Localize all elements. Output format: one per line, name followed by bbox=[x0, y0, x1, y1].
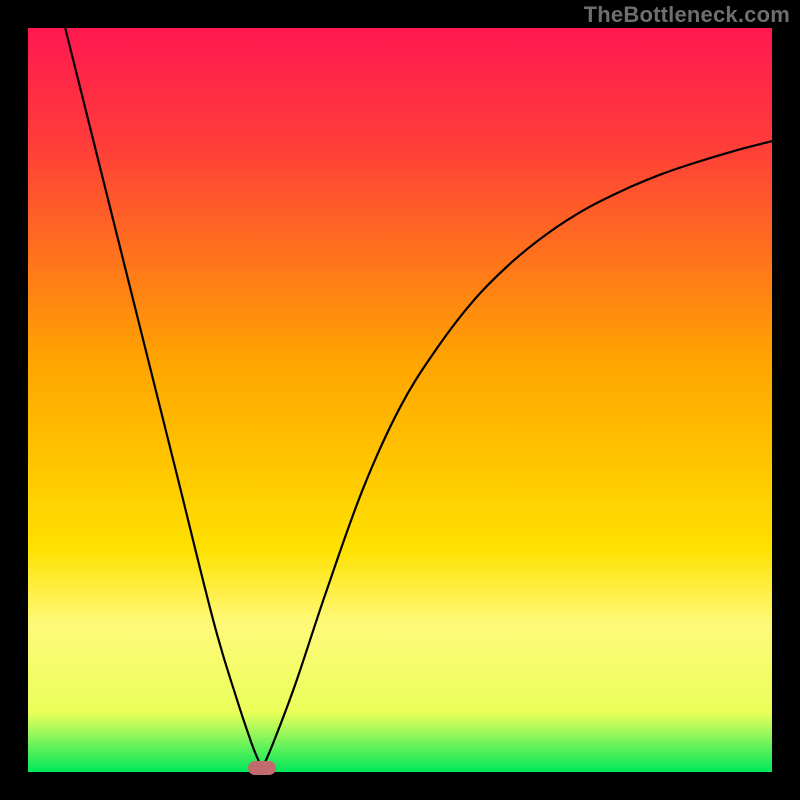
min-marker bbox=[248, 761, 276, 775]
watermark-text: TheBottleneck.com bbox=[584, 2, 790, 28]
chart-frame: TheBottleneck.com bbox=[0, 0, 800, 800]
bottleneck-chart bbox=[28, 28, 772, 772]
gradient-background bbox=[28, 28, 772, 772]
